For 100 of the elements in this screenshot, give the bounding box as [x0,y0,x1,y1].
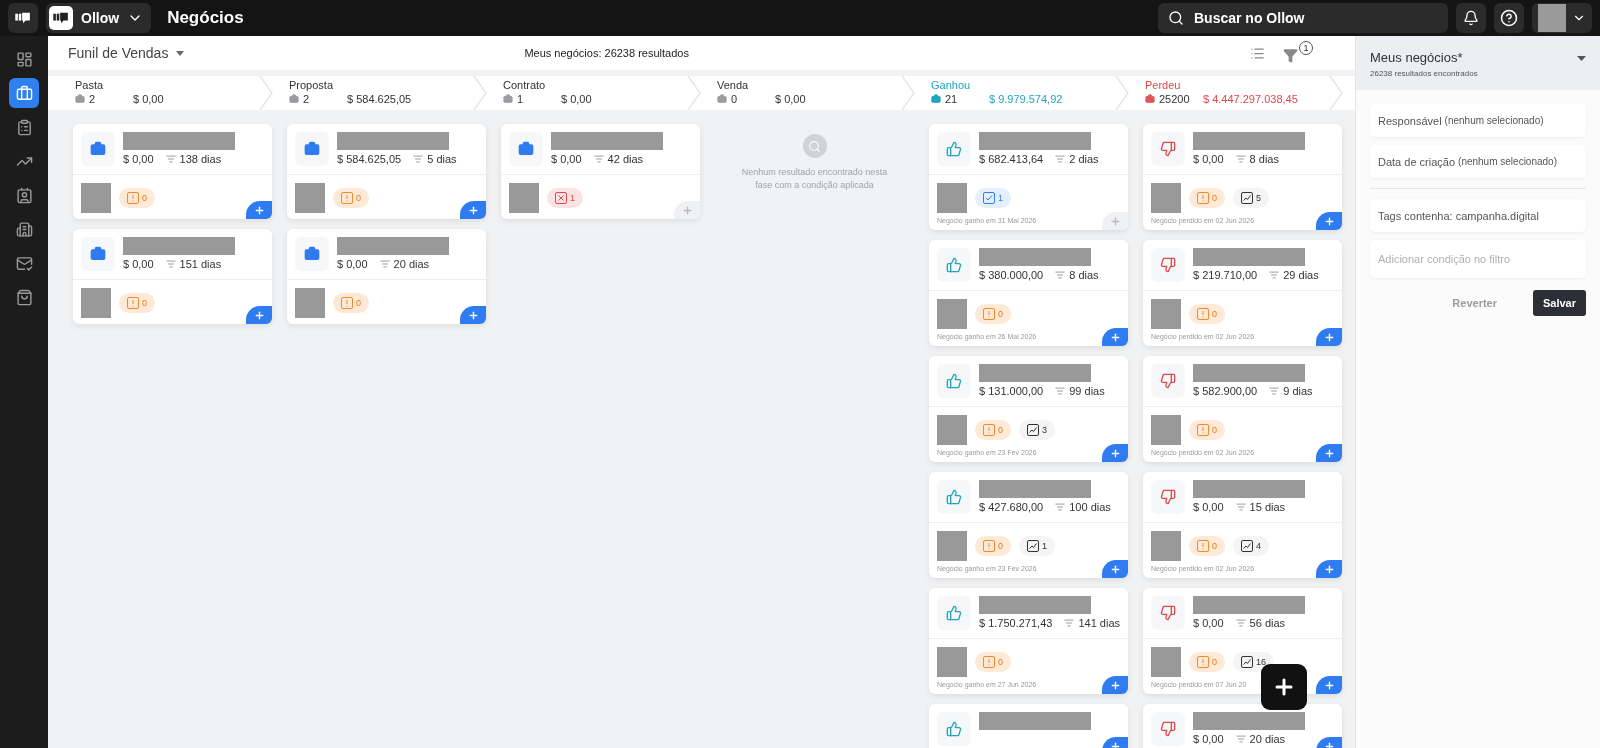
cross-icon [555,192,567,204]
stage-name[interactable]: Proposta [289,79,334,91]
activity-badge[interactable]: 3 [1019,420,1056,440]
plus-icon [253,204,265,216]
tag-condition[interactable]: Tags contenha: campanha.digital [1370,199,1586,232]
stage-total: $ 0,00 [561,93,592,105]
briefcase-icon [90,246,106,262]
deal-amount: $ 0,00 [1193,617,1224,629]
add-deal-button[interactable] [1261,664,1307,710]
activity-badge[interactable]: 1 [1019,536,1056,556]
app-switcher[interactable]: Ollow [46,3,152,33]
avatar [295,183,325,213]
help-button[interactable] [1494,3,1524,33]
activity-badge[interactable]: 5 [1233,188,1270,208]
avatar [81,183,111,213]
deal-card[interactable]: $ 0,00 20 dias [1143,704,1342,748]
deal-age: 99 dias [1069,385,1105,397]
deal-amount: $ 427.680,00 [979,501,1044,513]
deal-amount: $ 0,00 [1193,733,1224,745]
filter-condition[interactable]: Responsável (nenhum selecionado) [1370,104,1586,137]
thumbs-up-icon [946,373,962,389]
caret-icon [176,50,185,56]
caret-icon[interactable] [1577,56,1586,61]
stage-name[interactable]: Pasta [75,79,104,91]
briefcase-icon [717,94,727,104]
notifications-button[interactable] [1456,3,1486,33]
filter-title: Meus negócios* [1370,50,1464,65]
activity-badge[interactable]: 1 [975,188,1011,208]
alert-icon [1197,424,1209,436]
thumbs-up-icon [946,489,962,505]
add-button[interactable] [1316,560,1342,578]
plus-icon [1109,679,1121,691]
plus-icon [1323,447,1335,459]
deal-age: 2 dias [1069,153,1099,165]
add-button[interactable] [1316,212,1342,230]
filter-count: 1 [1299,41,1313,55]
home-button[interactable] [8,3,38,33]
stage-name[interactable]: Perdeu [1145,79,1181,91]
stage-name[interactable]: Contrato [503,79,546,91]
avatar [1151,415,1181,445]
avatar [937,647,967,677]
stage-total: $ 584.625,05 [347,93,412,105]
deal-card[interactable] [929,704,1128,748]
deal-card[interactable]: $ 584.625,05 5 dias 0 [287,124,486,219]
add-button[interactable] [460,306,486,324]
deal-age: 20 dias [1249,733,1286,745]
add-button[interactable] [246,201,272,219]
lines-icon [379,259,390,269]
deal-card[interactable]: $ 0,00 151 dias 0 [73,229,272,324]
add-condition-field[interactable]: Adicionar condição no filtro [1370,240,1586,278]
activity-badge[interactable]: 4 [1233,536,1270,556]
thumbs-down-icon [1160,373,1176,389]
alert-icon [127,192,139,204]
briefcase-icon [90,141,106,157]
lines-icon [165,259,176,269]
dashboard-icon [15,50,33,68]
deal-amount: $ 0,00 [123,153,154,165]
chart-icon [1027,540,1039,552]
alert-icon [983,656,995,668]
avatar [937,531,967,561]
add-button[interactable] [1316,328,1342,346]
deal-age: 15 dias [1249,501,1286,513]
lines-icon [1064,618,1075,628]
pipeline-dropdown[interactable]: Funil de Vendas [68,45,185,61]
deal-card[interactable]: $ 0,00 20 dias 0 [287,229,486,324]
filter-results: 26238 resultados encontrados [1370,69,1479,78]
sidebar-item[interactable] [9,78,39,108]
panel-button[interactable]: Salvar [1532,290,1586,316]
mail-icon [15,254,33,272]
deal-age: 8 dias [1249,153,1279,165]
alert-icon [1197,192,1209,204]
search-field[interactable]: Buscar no Ollow [1158,3,1448,33]
add-button[interactable] [1102,444,1128,462]
add-button[interactable] [1316,676,1342,694]
plus-icon [1323,740,1335,748]
add-button[interactable] [1102,560,1128,578]
profile-menu[interactable] [1532,3,1592,33]
lines-icon [593,154,604,164]
chart-icon [1241,656,1253,668]
avatar [1151,183,1181,213]
chart-icon [1241,540,1253,552]
add-button[interactable] [1102,328,1128,346]
lines-icon [1269,270,1280,280]
deal-age: 9 dias [1283,385,1313,397]
lines-icon [1269,386,1280,396]
filter-button[interactable]: 1 [1283,41,1313,65]
add-button[interactable] [246,306,272,324]
add-button[interactable] [1102,676,1128,694]
activity-badge[interactable]: 16 [1233,652,1275,672]
deal-card[interactable]: $ 0,00 138 dias 0 [73,124,272,219]
add-button[interactable] [1316,444,1342,462]
list-view-icon[interactable] [1250,45,1265,61]
briefcase-icon [75,94,85,104]
briefcase-icon [503,94,513,104]
add-button[interactable] [460,201,486,219]
deal-age: 56 dias [1249,617,1286,629]
filter-condition[interactable]: Data de criação (nenhum selecionado) [1370,145,1586,178]
chevron-divider [686,76,702,110]
deal-age: 5 dias [427,153,457,165]
stage-name[interactable]: Venda [717,79,749,91]
